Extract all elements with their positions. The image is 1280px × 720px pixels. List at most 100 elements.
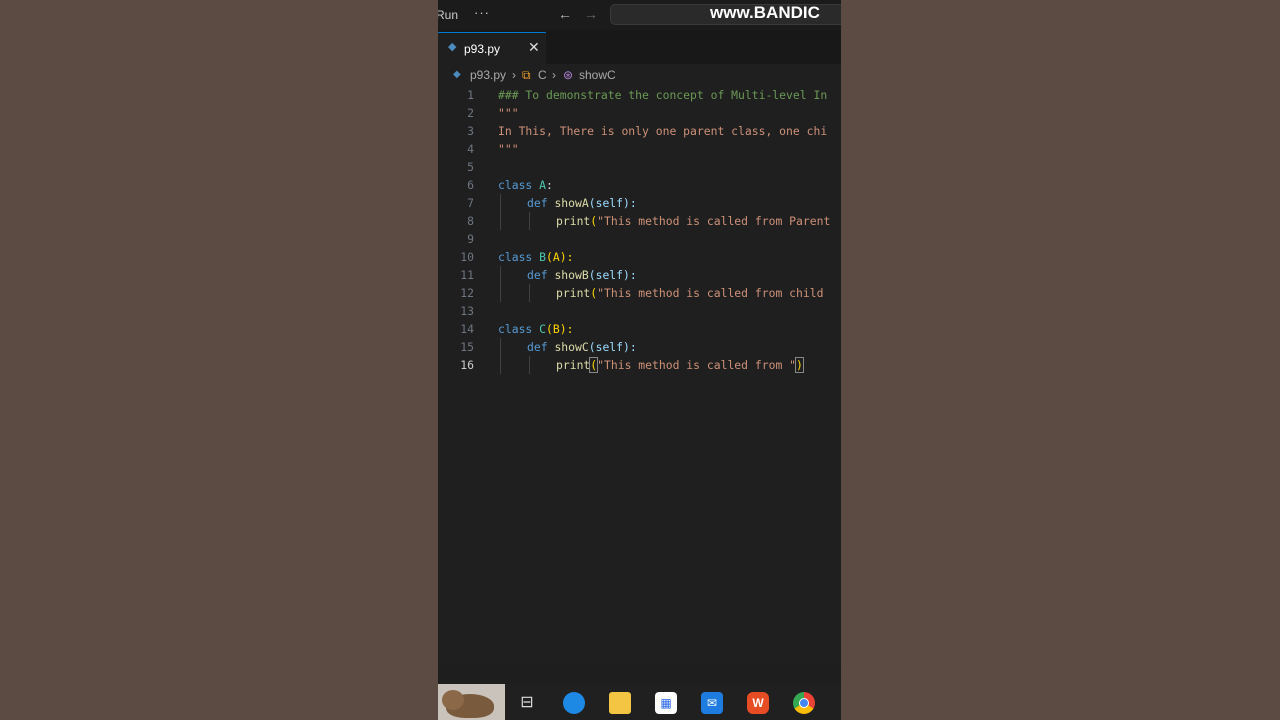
punctuation: (B): (546, 322, 574, 336)
class-name: B (539, 250, 547, 264)
code-text: class C(B): (498, 322, 573, 336)
breadcrumb-separator: › (512, 68, 516, 82)
task-view-icon[interactable]: ⊟ (516, 692, 538, 714)
more-menu-icon[interactable]: ··· (474, 5, 490, 20)
code-text: """ (498, 106, 519, 120)
indent-guide (500, 338, 501, 356)
code-text: print("This method is called from child (556, 286, 824, 300)
edge-icon[interactable] (563, 692, 585, 714)
indent-guide (500, 284, 501, 302)
function-call: print (556, 214, 591, 228)
keyword: class (498, 322, 533, 336)
breadcrumb-method[interactable]: showC (579, 68, 616, 82)
code-text: def showB(self): (527, 268, 637, 282)
code-text: class B(A): (498, 250, 573, 264)
keyword: class (498, 178, 533, 192)
function-name: showA (554, 196, 589, 210)
code-text: class A: (498, 178, 553, 192)
line-number: 14 (460, 322, 474, 336)
menu-run[interactable]: Run (438, 8, 458, 22)
mail-icon[interactable]: ✉ (701, 692, 723, 714)
line-number: 2 (467, 106, 474, 120)
function-call: print (556, 286, 591, 300)
forward-arrow-icon[interactable]: → (584, 6, 598, 22)
method-symbol-icon: ⊛ (563, 68, 574, 82)
code-text: def showC(self): (527, 340, 637, 354)
code-text: ### To demonstrate the concept of Multi-… (498, 88, 828, 102)
code-text: In This, There is only one parent class,… (498, 124, 828, 138)
code-text: print("This method is called from Parent (556, 214, 831, 228)
code-line: 13 (438, 302, 841, 320)
code-line: 5 (438, 158, 841, 176)
breadcrumb: ◆ p93.py › ⧉ C › ⊛ showC (438, 64, 841, 86)
breadcrumb-class[interactable]: C (538, 68, 547, 82)
line-number: 10 (460, 250, 474, 264)
windows-taskbar: ⊟ ▦ ✉ W (438, 684, 841, 720)
line-number: 8 (467, 214, 474, 228)
keyword: def (527, 340, 548, 354)
indent-guide (500, 212, 501, 230)
code-line: 1 ### To demonstrate the concept of Mult… (438, 86, 841, 104)
code-line: 15 def showC(self): (438, 338, 841, 356)
tab-label: p93.py (464, 42, 501, 56)
video-backdrop-left (0, 0, 438, 720)
indent-guide (529, 356, 530, 374)
line-number: 11 (460, 268, 474, 282)
line-number: 16 (460, 358, 474, 372)
video-backdrop-right (841, 0, 1280, 720)
python-file-icon: ◆ (448, 41, 457, 53)
indent-guide (529, 284, 530, 302)
line-number: 5 (467, 160, 474, 174)
code-line: 14 class C(B): (438, 320, 841, 338)
code-line: 6 class A: (438, 176, 841, 194)
wombat-thumbnail[interactable] (438, 684, 505, 720)
class-name: A (539, 178, 547, 192)
line-number: 7 (467, 196, 474, 210)
parameters: (self): (588, 196, 637, 210)
line-number: 13 (460, 304, 474, 318)
breadcrumb-separator: › (552, 68, 556, 82)
code-line: 12 print("This method is called from chi… (438, 284, 841, 302)
tab-p93-py[interactable]: ◆ p93.py ✕ (438, 32, 546, 64)
indent-guide (500, 266, 501, 284)
office-icon[interactable]: W (747, 692, 769, 714)
wombat-head (442, 690, 464, 710)
back-arrow-icon[interactable]: ← (558, 6, 572, 22)
code-line: 7 def showA(self): (438, 194, 841, 212)
file-explorer-icon[interactable] (609, 692, 631, 714)
breadcrumb-file[interactable]: p93.py (470, 68, 506, 82)
function-call: print (556, 358, 591, 372)
keyword: class (498, 250, 533, 264)
string-literal: "This method is called from Parent (597, 214, 831, 228)
vscode-window: Run ··· ← → www.BANDIC ◆ p93.py ✕ ◆ p93.… (438, 0, 841, 720)
code-editor[interactable]: 1 ### To demonstrate the concept of Mult… (438, 86, 841, 664)
indent-guide (500, 356, 501, 374)
close-icon[interactable]: ✕ (528, 39, 540, 56)
string-literal: "This method is called from " (597, 358, 797, 372)
code-text: print("This method is called from ") (556, 357, 804, 373)
store-icon[interactable]: ▦ (655, 692, 677, 714)
parameters: (self): (588, 268, 637, 282)
line-number: 12 (460, 286, 474, 300)
chrome-icon[interactable] (793, 692, 815, 714)
punctuation: : (546, 178, 553, 192)
code-text: def showA(self): (527, 196, 637, 210)
class-symbol-icon: ⧉ (522, 68, 531, 82)
line-number: 3 (467, 124, 474, 138)
indent-guide (529, 212, 530, 230)
title-bar: Run ··· ← → www.BANDIC (438, 0, 841, 30)
keyword: def (527, 196, 548, 210)
line-number: 6 (467, 178, 474, 192)
code-line: 3 In This, There is only one parent clas… (438, 122, 841, 140)
function-name: showC (554, 340, 589, 354)
code-line: 9 (438, 230, 841, 248)
line-number: 4 (467, 142, 474, 156)
code-line-active: 16 print("This method is called from ") (438, 356, 841, 374)
code-line: 10 class B(A): (438, 248, 841, 266)
closing-bracket: ) (795, 357, 804, 373)
line-number: 1 (467, 88, 474, 102)
class-name: C (539, 322, 547, 336)
editor-tab-bar: ◆ p93.py ✕ (438, 30, 841, 64)
python-file-icon: ◆ (453, 69, 461, 80)
line-number: 15 (460, 340, 474, 354)
